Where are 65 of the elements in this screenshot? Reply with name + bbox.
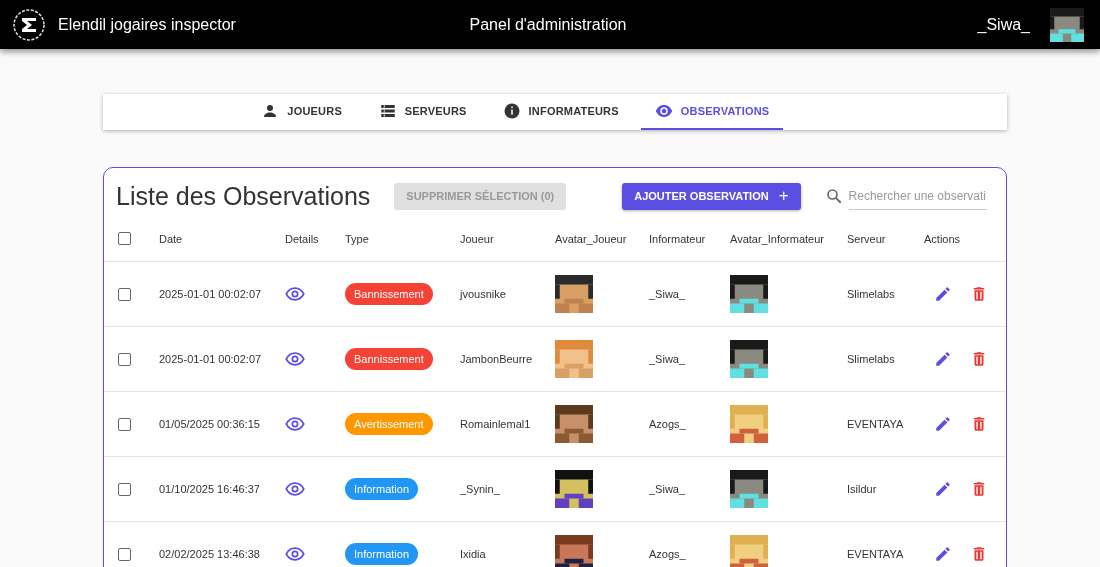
column-header: Joueur <box>460 232 494 245</box>
tab[interactable]: SERVEURS <box>364 94 481 130</box>
edit-icon[interactable] <box>934 415 952 433</box>
player-name: JambonBeurre <box>460 353 533 365</box>
checkbox[interactable] <box>118 232 131 245</box>
date-text: 01/10/2025 16:46:37 <box>159 483 260 495</box>
date-text: 02/02/2025 13:46:38 <box>159 548 260 560</box>
checkbox[interactable] <box>118 547 131 561</box>
date-text: 01/05/2025 00:36:15 <box>159 418 260 430</box>
column-header: Avatar_Informateur <box>730 232 824 245</box>
panel-title: Liste des Observations <box>116 181 371 211</box>
server-name: Isildur <box>847 483 877 495</box>
type-badge: Information <box>345 543 419 565</box>
edit-icon[interactable] <box>934 480 952 498</box>
app-title: Elendil jogaires inspector <box>58 15 236 34</box>
server-name: EVENTAYA <box>847 418 904 430</box>
view-icon[interactable] <box>285 544 305 564</box>
checkbox[interactable] <box>118 287 131 301</box>
player-name: _Synin_ <box>460 483 500 495</box>
checkbox[interactable] <box>118 417 131 431</box>
server-name: Slimelabs <box>847 353 895 365</box>
view-icon[interactable] <box>285 479 305 499</box>
informer-name: _Siwa_ <box>649 288 686 300</box>
edit-icon[interactable] <box>934 545 952 563</box>
logo-icon <box>12 7 46 42</box>
list-icon <box>378 102 397 120</box>
column-header: Serveur <box>847 232 886 245</box>
view-icon[interactable] <box>285 349 305 369</box>
tab[interactable]: JOUEURS <box>246 94 357 130</box>
checkbox[interactable] <box>118 352 131 366</box>
date-text: 2025-01-01 00:02:07 <box>159 353 262 365</box>
type-badge: Information <box>345 478 419 500</box>
view-icon[interactable] <box>285 284 305 304</box>
column-header: Actions <box>924 232 961 245</box>
type-badge: Bannissement <box>345 348 433 370</box>
edit-icon[interactable] <box>934 285 952 303</box>
column-header: Details <box>285 232 319 245</box>
informer-name: Azogs_ <box>649 548 686 560</box>
eye-icon <box>654 102 673 120</box>
type-badge: Bannissement <box>345 283 433 305</box>
server-name: EVENTAYA <box>847 548 904 560</box>
tab[interactable]: OBSERVATIONS <box>640 94 784 130</box>
username: _Siwa_ <box>977 15 1030 34</box>
player-name: jvousnike <box>460 288 506 300</box>
page-title: Panel d'administration <box>469 15 627 34</box>
informer-name: Azogs_ <box>649 418 686 430</box>
column-header: Avatar_Joueur <box>555 232 627 245</box>
tab[interactable]: INFORMATEURS <box>488 94 633 130</box>
server-name: Slimelabs <box>847 288 895 300</box>
player-name: Romainlemal1 <box>460 418 531 430</box>
column-header: Type <box>345 232 369 245</box>
informer-name: _Siwa_ <box>649 353 686 365</box>
date-text: 2025-01-01 00:02:07 <box>159 288 262 300</box>
info-icon <box>502 102 521 120</box>
player-name: Ixidia <box>460 548 486 560</box>
view-icon[interactable] <box>285 414 305 434</box>
column-header: Date <box>159 232 183 245</box>
informer-name: _Siwa_ <box>649 483 686 495</box>
edit-icon[interactable] <box>934 350 952 368</box>
type-badge: Avertissement <box>345 413 433 435</box>
checkbox[interactable] <box>118 482 131 496</box>
search-icon <box>824 187 843 205</box>
add-observation-button[interactable]: AJOUTER OBSERVATION + <box>622 182 801 210</box>
search-field[interactable]: Rechercher une observati <box>848 182 987 210</box>
column-header: Informateur <box>649 232 706 245</box>
